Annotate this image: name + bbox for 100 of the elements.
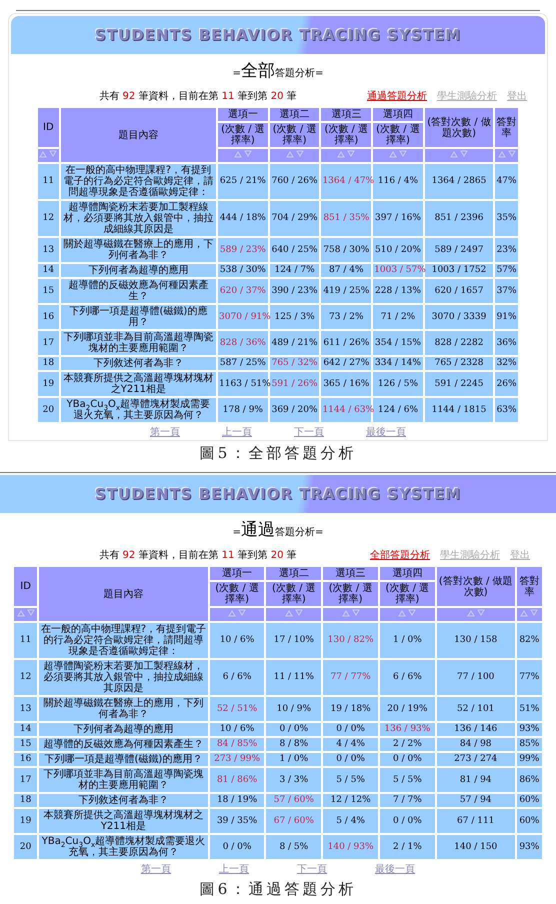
table-cell: 5 / 5%: [323, 768, 378, 792]
pager-link[interactable]: 最後一頁: [366, 425, 406, 439]
table-cell: 77 / 77%: [323, 660, 378, 695]
nav-link[interactable]: 學生測驗分析: [440, 548, 500, 562]
table-cell: 下列何者為超導的應用: [60, 264, 216, 277]
table-cell: 1144 / 63%: [321, 398, 372, 422]
sort-ascending-icon[interactable]: [398, 609, 406, 617]
sort-ascending-icon[interactable]: [388, 150, 397, 158]
sort-ascending-icon[interactable]: [39, 150, 48, 158]
sort-descending-icon[interactable]: [352, 609, 360, 617]
table-cell: 關於超導磁鐵在醫療上的應用，下列何者為非？: [60, 238, 216, 262]
sort-descending-icon[interactable]: [294, 609, 303, 617]
table-cell: 6 / 6%: [380, 660, 435, 695]
pager-link[interactable]: 最後一頁: [375, 862, 415, 876]
table-cell: 39 / 35%: [210, 809, 264, 833]
sort-ascending-icon[interactable]: [450, 150, 458, 158]
sort-descending-icon[interactable]: [296, 150, 304, 158]
sort-ascending-icon[interactable]: [337, 150, 346, 158]
sort-ascending-icon[interactable]: [342, 609, 350, 617]
nav-link[interactable]: 學生測驗分析: [437, 89, 497, 103]
sort-ascending-icon[interactable]: [284, 609, 293, 617]
table-cell: 93%: [516, 723, 542, 736]
sort-ascending-icon[interactable]: [228, 609, 236, 617]
figure-caption: 圖5：全部答題分析: [200, 444, 356, 462]
pager-link[interactable]: 下一頁: [294, 425, 324, 439]
table-cell: 下列哪項並非為目前高溫超導陶瓷塊材的主要應用範圍？: [60, 331, 216, 355]
table-cell: 126 / 5%: [373, 372, 423, 396]
table-cell: 0 / 0%: [323, 753, 378, 766]
table-cell: 1 / 0%: [380, 623, 435, 658]
table-cell: 11: [14, 623, 38, 658]
table-cell: 591 / 2245: [424, 372, 494, 396]
column-header: 答對率: [516, 567, 542, 606]
pager-link[interactable]: 第一頁: [150, 425, 180, 439]
table-cell: 136 / 93%: [380, 723, 435, 736]
sort-descending-icon[interactable]: [460, 150, 468, 158]
column-header: 選項二: [270, 108, 320, 121]
table-cell: 本競賽所提供之高溫超導塊材塊材之Y211相是: [39, 809, 208, 833]
table-cell: 52 / 101: [436, 697, 515, 721]
table-cell: 130 / 82%: [323, 623, 378, 658]
table-cell: 1144 / 1815: [424, 398, 494, 422]
column-header: 選項四: [380, 567, 435, 580]
table-cell: 16: [14, 753, 38, 766]
sort-descending-icon[interactable]: [238, 609, 246, 617]
table-cell: 419 / 25%: [321, 279, 372, 303]
sort-ascending-icon[interactable]: [234, 150, 242, 158]
table-cell: 640 / 25%: [270, 238, 320, 262]
table-cell: 273 / 99%: [210, 753, 264, 766]
sort-descending-icon[interactable]: [476, 609, 485, 617]
table-cell: 19: [14, 809, 38, 833]
column-header: 題目內容: [60, 108, 216, 162]
sort-ascending-icon[interactable]: [286, 150, 294, 158]
sort-descending-icon[interactable]: [398, 150, 407, 158]
sort-ascending-icon[interactable]: [466, 609, 475, 617]
nav-link[interactable]: 登出: [507, 89, 527, 103]
table-cell: 828 / 36%: [218, 331, 268, 355]
table-cell: 18: [14, 794, 38, 807]
nav-link[interactable]: 通過答題分析: [367, 89, 427, 103]
sort-descending-icon[interactable]: [530, 609, 538, 617]
table-cell: 關於超導磁鐵在醫療上的應用，下列何者為非？: [39, 697, 208, 721]
pager-link[interactable]: 第一頁: [141, 862, 171, 876]
table-cell: 510 / 20%: [373, 238, 423, 262]
table-cell: 19 / 18%: [323, 697, 378, 721]
table-cell: 851 / 2396: [424, 201, 494, 236]
sort-descending-icon[interactable]: [244, 150, 252, 158]
table-cell: 6 / 6%: [210, 660, 264, 695]
column-header: (次數 / 選擇率): [210, 582, 264, 606]
table-cell: 15: [38, 279, 59, 303]
table-cell: 0 / 0%: [380, 753, 435, 766]
sort-descending-icon[interactable]: [508, 150, 516, 158]
table-cell: 57%: [495, 264, 518, 277]
sort-descending-icon[interactable]: [347, 150, 356, 158]
nav-link[interactable]: 登出: [510, 548, 530, 562]
column-header: ID: [38, 108, 59, 147]
table-cell: 下列哪一項是超導體(磁鐵)的應用？: [60, 305, 216, 329]
table-cell: 765 / 32%: [270, 357, 320, 370]
sort-ascending-icon[interactable]: [520, 609, 528, 617]
pager-link[interactable]: 上一頁: [222, 425, 252, 439]
sort-descending-icon[interactable]: [49, 150, 58, 158]
table-cell: 82%: [516, 623, 542, 658]
table-cell: 8 / 8%: [266, 738, 322, 751]
sort-ascending-icon[interactable]: [498, 150, 506, 158]
table-cell: 625 / 21%: [218, 164, 268, 199]
table-cell: 12: [14, 660, 38, 695]
sort-descending-icon[interactable]: [26, 609, 35, 617]
table-cell: 20: [38, 398, 59, 422]
sort-ascending-icon[interactable]: [16, 609, 25, 617]
table-cell: 354 / 15%: [373, 331, 423, 355]
table-cell: 81 / 86%: [210, 768, 264, 792]
table-cell: 77 / 100: [436, 660, 515, 695]
pager-link[interactable]: 下一頁: [297, 862, 327, 876]
column-header: 選項四: [373, 108, 423, 121]
table-cell: 611 / 26%: [321, 331, 372, 355]
table-cell: 0 / 0%: [323, 723, 378, 736]
table-cell: 17: [14, 768, 38, 792]
table-cell: 334 / 14%: [373, 357, 423, 370]
table-cell: 52 / 51%: [210, 697, 264, 721]
table-cell: 16: [38, 305, 59, 329]
sort-descending-icon[interactable]: [408, 609, 416, 617]
pager-link[interactable]: 上一頁: [219, 862, 249, 876]
nav-link[interactable]: 全部答題分析: [370, 548, 430, 562]
